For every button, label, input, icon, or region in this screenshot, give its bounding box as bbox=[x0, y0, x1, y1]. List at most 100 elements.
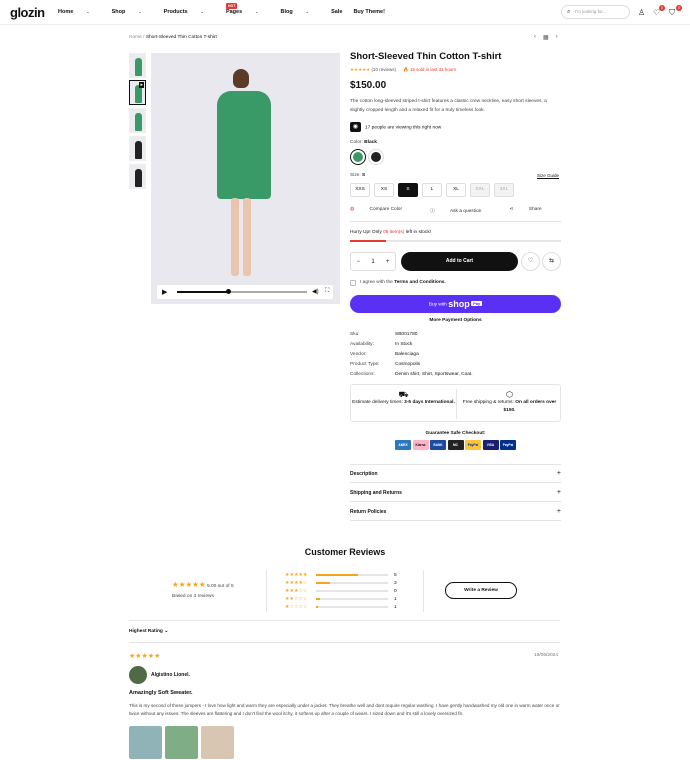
compare-icon: ⇆ bbox=[548, 258, 555, 264]
truck-icon: ⛟ bbox=[398, 390, 409, 399]
model-head bbox=[233, 69, 249, 88]
size-guide-link[interactable]: Size Guide bbox=[537, 173, 559, 178]
logo[interactable]: glozin bbox=[10, 5, 45, 20]
gallery-thumb[interactable] bbox=[129, 136, 146, 161]
bank-card-icon: BANK bbox=[430, 440, 446, 450]
share-button[interactable]: ⋖ Share bbox=[509, 207, 555, 214]
nav-home[interactable]: Home ⌄ bbox=[58, 9, 101, 15]
shop-pay-button[interactable]: Buy with shop Pay bbox=[350, 295, 561, 313]
nav-pages[interactable]: Pages ⌄ bbox=[226, 9, 270, 15]
add-to-cart-button[interactable]: Add to Cart bbox=[401, 252, 518, 271]
thumb-image bbox=[135, 169, 142, 187]
terms-link[interactable]: Terms and Conditions. bbox=[394, 280, 446, 285]
accordion-shipping[interactable]: Shipping and Returns + bbox=[350, 484, 561, 502]
cart-icon[interactable]: ⛉ bbox=[669, 8, 675, 18]
chevron-down-icon: ⌄ bbox=[138, 9, 142, 14]
search-icon: ⌕ bbox=[567, 9, 571, 15]
write-review-button[interactable]: Write a Review bbox=[445, 582, 517, 599]
size-option-disabled[interactable]: XXL bbox=[470, 183, 490, 197]
color-swatch-green[interactable] bbox=[351, 150, 365, 164]
nav-sale[interactable]: Sale bbox=[331, 9, 342, 15]
rating-bar bbox=[316, 582, 388, 584]
nav-products[interactable]: Products ⌄ bbox=[164, 9, 215, 15]
terms-checkbox[interactable] bbox=[350, 280, 356, 286]
size-option[interactable]: XS bbox=[374, 183, 394, 197]
chevron-left-icon[interactable]: ‹ bbox=[534, 34, 536, 41]
divider bbox=[266, 570, 267, 612]
klarna-card-icon: Klarna bbox=[412, 440, 429, 450]
product-meta: Sku: SB001780 Availability: In Stock Vendo… bbox=[350, 330, 473, 380]
gallery-thumb-video[interactable]: ▸ bbox=[129, 80, 146, 105]
divider bbox=[129, 620, 560, 621]
product-price: $150.00 bbox=[350, 80, 387, 91]
quantity-stepper[interactable]: − 1 + bbox=[350, 252, 396, 271]
divider bbox=[129, 642, 560, 643]
rating-bar bbox=[316, 574, 388, 576]
nav-shop[interactable]: Shop ⌄ bbox=[112, 9, 153, 15]
product-rating[interactable]: ★★★★★ (10 reviews) bbox=[350, 67, 396, 73]
plus-icon: + bbox=[556, 470, 561, 477]
review-body: This is my second of these jumpers - I l… bbox=[129, 703, 560, 716]
review-photo[interactable] bbox=[165, 726, 198, 759]
review-count: (10 reviews) bbox=[371, 67, 396, 72]
volume-icon[interactable]: ◀) bbox=[312, 288, 319, 295]
chevron-down-icon: ⌄ bbox=[305, 9, 310, 14]
nav-blog[interactable]: Blog ⌄ bbox=[281, 9, 321, 15]
thumb-image bbox=[135, 141, 142, 159]
fullscreen-icon[interactable]: ⛶ bbox=[325, 288, 329, 295]
accordion-return-policies[interactable]: Return Policies + bbox=[350, 503, 561, 521]
gallery-thumb[interactable] bbox=[129, 164, 146, 189]
play-icon[interactable]: ▶ bbox=[162, 288, 167, 296]
quantity-value[interactable]: 1 bbox=[371, 259, 374, 265]
size-option[interactable]: XXS bbox=[350, 183, 370, 197]
rating-row: ★★☆☆☆ 1 bbox=[285, 596, 397, 602]
more-payment-options-link[interactable]: More Payment Options bbox=[350, 318, 561, 323]
visa-card-icon: VISA bbox=[482, 440, 499, 450]
video-progress-fill bbox=[177, 291, 228, 293]
nav-buy-theme[interactable]: Buy Theme! bbox=[353, 9, 384, 15]
play-icon: ▸ bbox=[139, 82, 144, 88]
divider bbox=[350, 221, 561, 222]
share-icon: ⋖ bbox=[509, 207, 514, 212]
free-shipping: ⬡ Free shipping & returns: On all orders… bbox=[457, 391, 562, 415]
breadcrumb-home[interactable]: Home bbox=[129, 35, 142, 40]
accordion-description[interactable]: Description + bbox=[350, 465, 561, 483]
size-option-disabled[interactable]: 3XL bbox=[494, 183, 514, 197]
product-pager: ‹ ▦ › bbox=[534, 34, 558, 41]
ask-question-button[interactable]: ⓘ Ask a question bbox=[430, 207, 495, 214]
reviews-title: Customer Reviews bbox=[304, 547, 386, 557]
account-icon[interactable]: ♙ bbox=[638, 8, 645, 17]
product-video[interactable]: ▶ ◀) ⛶ bbox=[151, 53, 340, 304]
color-label: Color: Black bbox=[350, 140, 377, 145]
review-photo[interactable] bbox=[129, 726, 162, 759]
search-input[interactable]: ⌕ I'm looking for... bbox=[561, 5, 630, 19]
wishlist-button[interactable]: ♡ bbox=[521, 252, 540, 271]
grid-icon[interactable]: ▦ bbox=[543, 34, 549, 41]
rating-stars: ★★★★★ bbox=[350, 67, 371, 72]
sort-dropdown[interactable]: Highest Rating ⌄ bbox=[129, 629, 168, 634]
shop-logo: shop bbox=[448, 299, 470, 309]
chevron-right-icon[interactable]: › bbox=[556, 34, 558, 41]
rating-row: ★★★★☆ 3 bbox=[285, 580, 397, 586]
size-option[interactable]: L bbox=[422, 183, 442, 197]
fire-icon: 🔥 bbox=[403, 67, 409, 72]
size-option[interactable]: XL bbox=[446, 183, 466, 197]
plus-icon[interactable]: + bbox=[386, 259, 390, 265]
reviewer-name: Algistino Lionel. bbox=[151, 672, 190, 678]
search-placeholder: I'm looking for... bbox=[575, 9, 607, 14]
mastercard-icon: MC bbox=[447, 440, 464, 450]
heart-icon: ♡ bbox=[527, 258, 534, 264]
sold-text: 15 sold in last 31 hours bbox=[409, 67, 457, 72]
compare-button[interactable]: ⇆ bbox=[542, 252, 561, 271]
compare-color-button[interactable]: ◍ Compare Color bbox=[350, 207, 416, 214]
size-option-selected[interactable]: S bbox=[398, 183, 418, 197]
video-progress[interactable] bbox=[177, 289, 307, 294]
gallery-thumb[interactable] bbox=[129, 53, 146, 78]
gallery-thumb[interactable] bbox=[129, 108, 146, 133]
wishlist-count-badge: 0 bbox=[659, 5, 665, 11]
viewing-text: 17 people are viewing this right now bbox=[365, 125, 442, 131]
video-progress-knob[interactable] bbox=[226, 289, 231, 294]
review-photo[interactable] bbox=[201, 726, 234, 759]
color-swatch-black[interactable] bbox=[369, 150, 383, 164]
minus-icon[interactable]: − bbox=[357, 259, 361, 265]
